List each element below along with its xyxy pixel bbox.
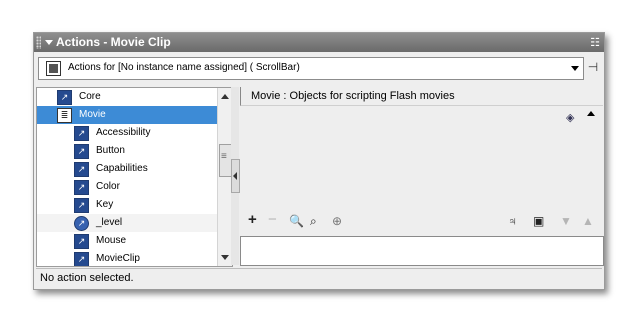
arrow-book-icon: ↗ (57, 90, 72, 105)
toolbox-item[interactable]: ↗ Core (37, 88, 218, 106)
debug-options-icon[interactable]: ♃ (508, 214, 517, 228)
arrow-book-icon: ↗ (74, 144, 89, 159)
chevron-down-icon[interactable] (571, 66, 579, 71)
find-icon[interactable]: 🔍 (289, 214, 304, 228)
scroll-down-icon[interactable] (221, 255, 229, 260)
toolbox-item[interactable]: ↗ Color (37, 178, 218, 196)
delete-action-button[interactable]: − (268, 212, 277, 227)
toolbox-item[interactable]: ↗ Accessibility (37, 124, 218, 142)
arrow-book-icon: ↗ (74, 234, 89, 249)
status-bar: No action selected. (36, 268, 602, 288)
toolbox-item-label: Core (79, 91, 101, 102)
collapse-up-icon[interactable] (587, 111, 595, 116)
round-arrow-icon: ↗ (74, 216, 89, 231)
toolbox-item-label: Movie (79, 109, 106, 120)
toolbox-item-label: Button (96, 145, 125, 156)
panel-title: Actions - Movie Clip (56, 35, 171, 49)
toolbox-item-label: Capabilities (96, 163, 148, 174)
toolbox-scrollbar[interactable] (217, 88, 232, 266)
move-down-icon[interactable]: ▼ (560, 214, 572, 228)
drag-grip-icon[interactable] (36, 36, 41, 49)
panel-menu-icon[interactable]: ☷ (590, 36, 600, 49)
pane-splitter[interactable] (231, 87, 240, 265)
arrow-book-icon: ↗ (74, 126, 89, 141)
toolbox-item[interactable]: ↗ Mouse (37, 232, 218, 250)
target-dropdown[interactable]: Actions for [No instance name assigned] … (38, 57, 584, 80)
toolbox-item[interactable]: ≣ Movie (37, 106, 218, 124)
arrow-book-icon: ↗ (74, 180, 89, 195)
toolbox-item-label: Accessibility (96, 127, 151, 138)
toolbox-item[interactable]: ↗ MovieClip (37, 250, 218, 266)
reference-icon[interactable]: ◈ (566, 111, 574, 124)
arrow-book-icon: ↗ (74, 198, 89, 213)
actions-panel: Actions - Movie Clip ☷ Actions for [No i… (33, 32, 605, 290)
arrow-book-icon: ↗ (74, 252, 89, 266)
replace-icon[interactable]: ⌕ (310, 214, 317, 228)
collapse-arrow-icon[interactable] (45, 40, 53, 45)
toolbox-item-label: Color (96, 181, 120, 192)
toolbox-item-label: MovieClip (96, 253, 140, 264)
toolbox-item-label: _level (96, 217, 123, 228)
toolbox-item-label: Key (96, 199, 114, 210)
toolbox-item[interactable]: ↗ Button (37, 142, 218, 160)
target-label: Actions for [No instance name assigned] … (68, 62, 300, 73)
add-action-button[interactable]: + (248, 212, 257, 227)
arrow-book-icon: ↗ (74, 162, 89, 177)
scroll-up-icon[interactable] (221, 94, 229, 99)
target-icon[interactable]: ⊕ (332, 214, 342, 228)
movie-clip-icon (46, 61, 61, 76)
toolbox-item-label: Mouse (96, 235, 127, 246)
view-options-icon[interactable]: ▣ (533, 214, 544, 228)
toolbox-item[interactable]: ↗ _level (37, 214, 218, 232)
collapse-left-icon[interactable] (231, 159, 240, 193)
move-up-icon[interactable]: ▲ (582, 214, 594, 228)
parameters-area[interactable] (240, 236, 604, 266)
book-icon: ≣ (57, 108, 72, 123)
toolbox-item[interactable]: ↗ Key (37, 196, 218, 214)
pin-icon[interactable]: ⊣ (586, 60, 600, 74)
actions-toolbox: ↗ Core ≣ Movie ↗ Accessibility ↗ Button ↗ Capabil… (36, 87, 233, 267)
status-text: No action selected. (40, 272, 134, 284)
panel-titlebar[interactable]: Actions - Movie Clip ☷ (34, 33, 604, 52)
toolbox-item[interactable]: ↗ Capabilities (37, 160, 218, 178)
script-pane-title: Movie : Objects for scripting Flash movi… (251, 90, 455, 102)
script-pane: Movie : Objects for scripting Flash movi… (240, 87, 604, 266)
script-pane-header: Movie : Objects for scripting Flash movi… (240, 87, 603, 106)
